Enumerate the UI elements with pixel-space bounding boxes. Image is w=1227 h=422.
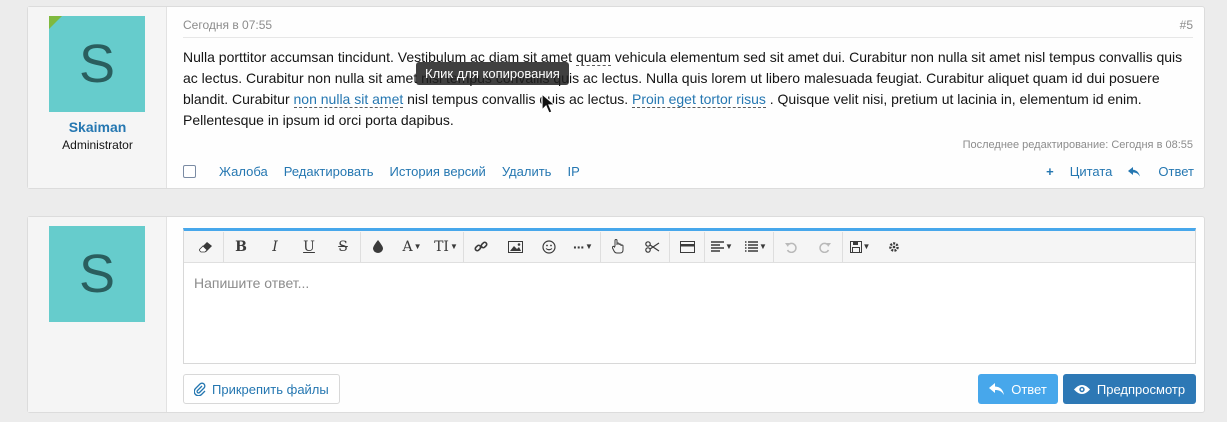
drafts-save-icon[interactable]: ▼: [843, 232, 877, 262]
quote-label: Цитата: [1069, 164, 1113, 179]
more-options-icon[interactable]: ··· ▼: [566, 232, 600, 262]
hand-pointer-icon[interactable]: [601, 232, 635, 262]
font-size-icon[interactable]: TI ▼: [429, 232, 463, 262]
plus-icon: +: [1046, 164, 1054, 179]
bold-icon[interactable]: B: [224, 232, 258, 262]
reply-button-label: Ответ: [1011, 381, 1047, 397]
link-icon[interactable]: [464, 232, 498, 262]
smiley-icon[interactable]: [532, 232, 566, 262]
reply-textarea[interactable]: Напишите ответ...: [184, 263, 1195, 363]
last-edited: Последнее редактирование: Сегодня в 08:5…: [962, 139, 1193, 151]
rich-text-editor: B I U S A ▼ TI ▼ ··· ▼ ▼ ▼ ▼ Напишите от…: [183, 228, 1196, 364]
preview-button[interactable]: Предпросмотр: [1063, 374, 1196, 404]
reply-label: Ответ: [1158, 164, 1194, 179]
font-family-icon[interactable]: A ▼: [395, 232, 429, 262]
report-link[interactable]: Жалоба: [219, 164, 268, 179]
list-icon[interactable]: ▼: [739, 232, 773, 262]
message-text: nisl tempus convallis quis ac lectus.: [403, 91, 633, 107]
user-title: Administrator: [62, 138, 133, 152]
editor-toolbar: B I U S A ▼ TI ▼ ··· ▼ ▼ ▼ ▼: [184, 231, 1195, 263]
mouse-cursor-icon: [541, 93, 557, 114]
underline-icon[interactable]: U: [292, 232, 326, 262]
meta-divider: [183, 37, 1193, 38]
history-link[interactable]: История версий: [390, 164, 486, 179]
copyable-link[interactable]: Proin eget tortor risus: [632, 91, 766, 108]
post-message: Nulla porttitor accumsan tincidunt. Vest…: [183, 47, 1196, 131]
attach-files-label: Прикрепить файлы: [212, 381, 329, 397]
online-indicator: [49, 16, 62, 29]
post-block: S Skaiman Administrator Сегодня в 07:55 …: [27, 6, 1205, 189]
post-user-column: S Skaiman Administrator: [28, 7, 167, 188]
delete-link[interactable]: Удалить: [502, 164, 552, 179]
paperclip-icon: [194, 382, 206, 396]
copyable-link[interactable]: non nulla sit amet: [293, 91, 404, 108]
eye-icon: [1073, 384, 1090, 395]
reply-link[interactable]: Ответ: [1128, 164, 1194, 179]
reply-user-column: S: [28, 217, 167, 412]
avatar: S: [49, 226, 145, 322]
reply-arrow-icon: [989, 383, 1005, 395]
text-color-icon[interactable]: [361, 232, 395, 262]
post-actions-right: + Цитата Ответ: [1014, 164, 1194, 179]
username[interactable]: Skaiman: [28, 119, 167, 135]
image-icon[interactable]: [498, 232, 532, 262]
post-number[interactable]: #5: [1180, 18, 1193, 32]
settings-gear-icon[interactable]: [877, 232, 911, 262]
strikethrough-icon[interactable]: S: [326, 232, 360, 262]
redo-icon[interactable]: [808, 232, 842, 262]
undo-icon[interactable]: [774, 232, 808, 262]
quick-reply-block: S B I U S A ▼ TI ▼ ··· ▼ ▼ ▼ ▼ Напишите …: [27, 216, 1205, 413]
align-icon[interactable]: ▼: [705, 232, 739, 262]
reply-arrow-icon: [1128, 167, 1141, 177]
copy-tooltip: Клик для копирования: [416, 62, 569, 85]
select-checkbox[interactable]: [183, 165, 196, 178]
spoiler-icon[interactable]: [670, 232, 704, 262]
avatar[interactable]: S: [49, 16, 145, 112]
ip-link[interactable]: IP: [567, 164, 579, 179]
post-actions: Жалоба Редактировать История версий Удал…: [183, 164, 596, 179]
copyable-term[interactable]: quam: [575, 49, 611, 66]
post-time[interactable]: Сегодня в 07:55: [183, 18, 272, 32]
quote-link[interactable]: + Цитата: [1030, 164, 1112, 179]
eraser-icon[interactable]: [189, 232, 223, 262]
attach-files-button[interactable]: Прикрепить файлы: [183, 374, 340, 404]
reply-button[interactable]: Ответ: [978, 374, 1058, 404]
scissors-icon[interactable]: [635, 232, 669, 262]
edit-link[interactable]: Редактировать: [284, 164, 374, 179]
preview-button-label: Предпросмотр: [1096, 381, 1186, 397]
italic-icon[interactable]: I: [258, 232, 292, 262]
